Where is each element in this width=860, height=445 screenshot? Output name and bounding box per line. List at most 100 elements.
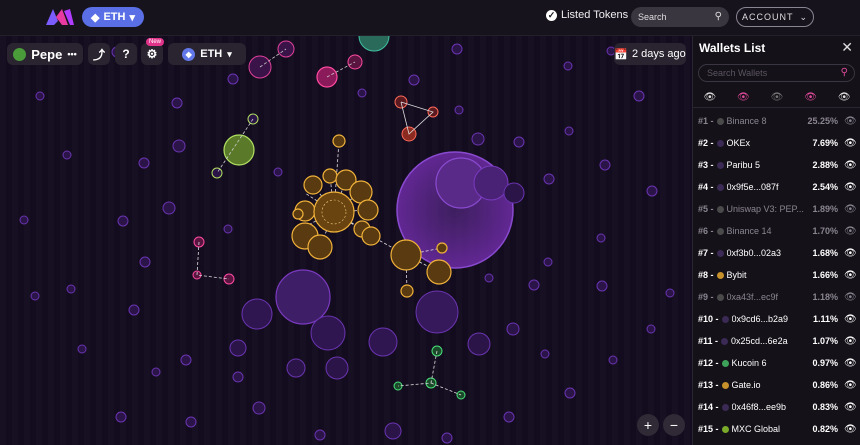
visibility-eye-icon[interactable]: 👁 <box>844 292 857 303</box>
wallet-rank: #10 - <box>698 314 719 324</box>
time-selector[interactable]: 📅 2 days ago <box>614 43 686 65</box>
visibility-eye-icon[interactable]: 👁 <box>844 248 857 259</box>
wallet-bubble[interactable] <box>325 356 349 380</box>
help-icon[interactable]: ? <box>115 43 137 65</box>
check-icon: ✓ <box>546 9 557 21</box>
visibility-eye-icon[interactable]: 👁 <box>844 160 857 171</box>
wallet-row[interactable]: #12 - Kucoin 6 0.97% 👁 <box>693 352 860 374</box>
wallet-bubble[interactable] <box>229 339 247 357</box>
wallet-row[interactable]: #10 - 0x9cd6...b2a9 1.11% 👁 <box>693 308 860 330</box>
visibility-eye-icon[interactable]: 👁 <box>844 116 857 127</box>
visibility-eye-icon[interactable]: 👁 <box>844 336 857 347</box>
close-icon[interactable]: ✕ <box>841 39 853 56</box>
wallet-bubble[interactable] <box>415 290 459 334</box>
search-icon[interactable]: ⚲ <box>841 67 848 78</box>
wallet-row[interactable]: #6 - Binance 14 1.70% 👁 <box>693 220 860 242</box>
wallet-row[interactable]: #3 - Paribu 5 2.88% 👁 <box>693 154 860 176</box>
visibility-eye-icon[interactable]: 👁 <box>844 182 857 193</box>
wallet-rank: #3 - <box>698 160 714 170</box>
visibility-eye-icon[interactable]: 👁 <box>844 226 857 237</box>
panel-title: Wallets List <box>699 41 766 55</box>
eye-icon[interactable]: 👁 <box>703 92 716 103</box>
wallet-bubble[interactable] <box>436 242 448 254</box>
wallet-bubble[interactable] <box>361 226 381 246</box>
wallet-row[interactable]: #9 - 0xa43f...ec9f 1.18% 👁 <box>693 286 860 308</box>
hidden-eye-icon[interactable]: 👁 <box>838 92 851 103</box>
wallet-bubble[interactable] <box>286 358 306 378</box>
wallet-bubble-center[interactable] <box>313 191 355 233</box>
network-selector[interactable]: ◆ ETH ▾ <box>168 43 246 65</box>
bubble-map[interactable]: Pepe ••• ⤴ ? ⚙ New ◆ ETH ▾ 📅 2 days ago … <box>0 36 692 445</box>
wallet-rank: #6 - <box>698 226 714 236</box>
listed-tokens-toggle[interactable]: ✓ Listed Tokens <box>546 9 628 21</box>
wallet-percentage: 0.97% <box>812 358 838 368</box>
search-icon[interactable]: ⚲ <box>715 11 722 22</box>
wallet-search-input[interactable]: Search Wallets ⚲ <box>698 64 855 82</box>
wallet-row[interactable]: #15 - MXC Global 0.82% 👁 <box>693 418 860 440</box>
token-selector[interactable]: Pepe ••• <box>7 43 83 65</box>
exchange-hidden-icon[interactable]: 👁 <box>771 92 784 103</box>
wallet-bubble[interactable] <box>390 239 422 271</box>
wallet-bubble[interactable] <box>303 175 323 195</box>
app-logo[interactable] <box>44 7 76 27</box>
wallet-row[interactable]: #1 - Binance 8 25.25% 👁 <box>693 110 860 132</box>
wallet-bubble[interactable] <box>357 199 379 221</box>
wallet-bubble[interactable] <box>223 134 255 166</box>
wallet-rank: #7 - <box>698 248 714 258</box>
calendar-icon: 📅 <box>614 48 628 61</box>
wallet-row[interactable]: #14 - 0x46f8...ee9b 0.83% 👁 <box>693 396 860 418</box>
share-icon[interactable]: ⤴ <box>88 43 110 65</box>
wallet-name: 0x46f8...ee9b <box>731 402 787 412</box>
wallet-color-dot <box>716 271 724 279</box>
wallet-bubble[interactable] <box>307 234 333 260</box>
wallet-row[interactable]: #5 - Uniswap V3: PEP... 1.89% 👁 <box>693 198 860 220</box>
wallet-rank: #15 - <box>698 424 719 434</box>
visibility-eye-icon[interactable]: 👁 <box>844 270 857 281</box>
wallet-bubble[interactable] <box>503 182 525 204</box>
network-label: ETH <box>200 48 223 60</box>
chain-select-button[interactable]: ◆ ETH ▾ <box>82 7 144 27</box>
wallet-bubble[interactable] <box>292 208 304 220</box>
wallet-name: 0x9f5e...087f <box>726 182 779 192</box>
wallet-bubble[interactable] <box>241 298 273 330</box>
wallet-name: Gate.io <box>731 380 761 390</box>
wallet-row[interactable]: #8 - Bybit 1.66% 👁 <box>693 264 860 286</box>
bubble-canvas[interactable] <box>0 36 692 445</box>
search-input[interactable]: Search ⚲ <box>631 7 729 27</box>
more-icon[interactable]: ••• <box>67 49 76 59</box>
wallet-bubble[interactable] <box>400 284 414 298</box>
account-button[interactable]: ACCOUNT ⌄ <box>736 7 814 27</box>
visibility-eye-icon[interactable]: 👁 <box>844 358 857 369</box>
wallet-row[interactable]: #13 - Gate.io 0.86% 👁 <box>693 374 860 396</box>
wallet-eye-icon[interactable]: 👁 <box>804 92 817 103</box>
wallet-percentage: 0.86% <box>812 380 838 390</box>
wallet-bubble[interactable] <box>368 327 398 357</box>
wallet-color-dot <box>721 381 729 389</box>
wallet-bubble[interactable] <box>332 134 346 148</box>
wallet-name: 0xa43f...ec9f <box>726 292 779 302</box>
wallet-bubble[interactable] <box>275 269 331 325</box>
wallet-bubble[interactable] <box>467 332 491 356</box>
wallet-bubble[interactable] <box>322 168 338 184</box>
wallet-row[interactable]: #7 - 0xf3b0...02a3 1.68% 👁 <box>693 242 860 264</box>
visibility-eye-icon[interactable]: 👁 <box>844 402 857 413</box>
wallet-percentage: 2.88% <box>812 160 838 170</box>
wallet-bubble[interactable] <box>473 165 509 201</box>
account-label: ACCOUNT <box>741 12 794 22</box>
wallet-name: 0xf3b0...02a3 <box>726 248 782 258</box>
visibility-eye-icon[interactable]: 👁 <box>844 424 857 435</box>
wallet-row[interactable]: #11 - 0x25cd...6e2a 1.07% 👁 <box>693 330 860 352</box>
visibility-eye-icon[interactable]: 👁 <box>844 314 857 325</box>
visibility-eye-icon[interactable]: 👁 <box>844 204 857 215</box>
contract-eye-icon[interactable]: 👁 <box>737 92 750 103</box>
wallet-bubble[interactable] <box>426 259 452 285</box>
wallet-bubble[interactable] <box>310 315 346 351</box>
wallet-row[interactable]: #4 - 0x9f5e...087f 2.54% 👁 <box>693 176 860 198</box>
wallet-row[interactable]: #2 - OKEx 7.69% 👁 <box>693 132 860 154</box>
settings-gear-icon[interactable]: ⚙ <box>141 43 163 65</box>
visibility-eye-icon[interactable]: 👁 <box>844 380 857 391</box>
zoom-in-button[interactable]: + <box>637 414 659 436</box>
zoom-out-button[interactable]: − <box>663 414 685 436</box>
visibility-eye-icon[interactable]: 👁 <box>844 138 857 149</box>
wallet-bubble[interactable] <box>358 36 390 52</box>
